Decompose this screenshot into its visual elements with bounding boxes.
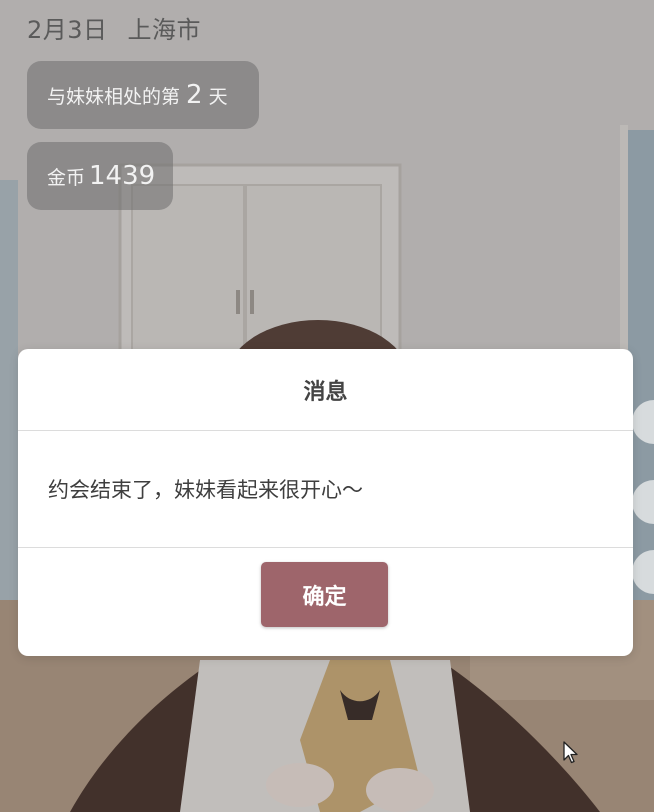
days-suffix: 天 xyxy=(208,85,228,108)
dialog-message: 约会结束了，妹妹看起来很开心～ xyxy=(48,478,363,502)
confirm-button[interactable]: 确定 xyxy=(261,562,388,627)
dialog-title: 消息 xyxy=(303,379,348,405)
dialog-divider-bottom xyxy=(18,547,633,548)
days-together-badge: 与妹妹相处的第 2 天 xyxy=(27,61,259,129)
date-location: 2月3日 上海市 xyxy=(27,10,201,45)
coins-value: 1439 xyxy=(89,161,156,191)
city-text: 上海市 xyxy=(127,16,202,44)
message-dialog: 消息 约会结束了，妹妹看起来很开心～ 确定 xyxy=(18,349,633,656)
coins-label: 金币 xyxy=(47,166,86,189)
date-text: 2月3日 xyxy=(27,16,108,44)
cursor-arrow-icon xyxy=(563,741,579,769)
days-prefix: 与妹妹相处的第 xyxy=(47,85,181,108)
days-value: 2 xyxy=(186,80,203,110)
coins-badge: 金币 1439 xyxy=(27,142,173,210)
